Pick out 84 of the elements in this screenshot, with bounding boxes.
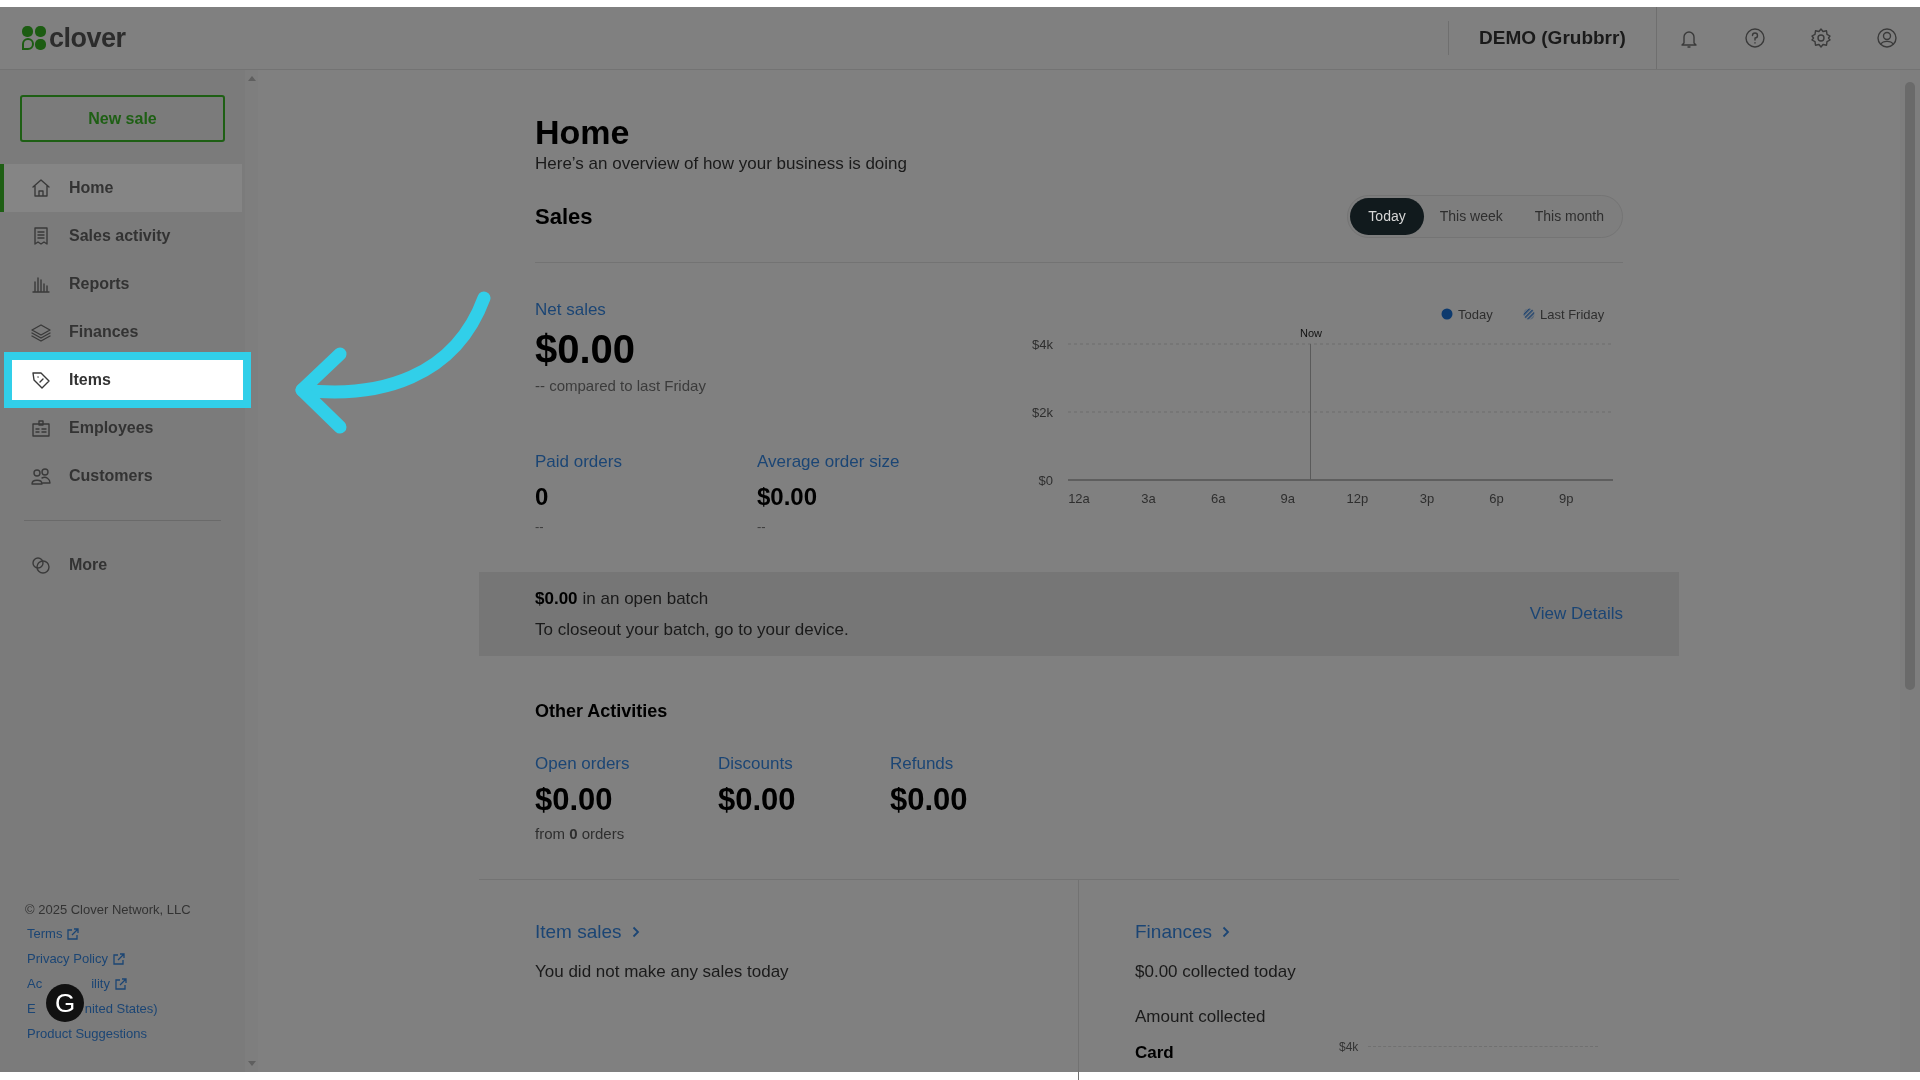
clover-logo-text: clover bbox=[49, 24, 126, 52]
footer-link[interactable]: Privacy Policy bbox=[27, 949, 108, 969]
legend-label: Today bbox=[1458, 306, 1493, 322]
view-details-link[interactable]: View Details bbox=[1529, 601, 1623, 627]
nav-item[interactable]: Customers bbox=[0, 456, 245, 496]
banknotes-icon bbox=[30, 321, 52, 343]
activity-value: $0.00 bbox=[890, 780, 969, 819]
clover-leaf-icon bbox=[22, 26, 46, 50]
x-tick-label: 9a bbox=[1280, 491, 1296, 506]
y-tick-label: $4k bbox=[1032, 337, 1053, 352]
external-link-icon[interactable] bbox=[114, 978, 127, 990]
scroll-down-icon[interactable] bbox=[247, 1061, 256, 1066]
x-tick-label: 3a bbox=[1141, 491, 1156, 506]
footer-link[interactable]: E bbox=[27, 999, 36, 1019]
item-sales-text: You did not make any sales today bbox=[535, 960, 790, 983]
legend-label: Last Friday bbox=[1540, 306, 1605, 322]
period-tab[interactable]: This month bbox=[1518, 197, 1620, 235]
activity-value: $0.00 bbox=[535, 780, 614, 819]
footer-link[interactable]: ility bbox=[91, 974, 110, 994]
collected-today-text: $0.00 collected today bbox=[1135, 960, 1297, 983]
nav-item[interactable]: Items bbox=[4, 352, 251, 408]
other-activities-heading: Other Activities bbox=[535, 700, 669, 723]
batch-instruction: To closeout your batch, go to your device. bbox=[535, 619, 849, 641]
activity-label[interactable]: Refunds bbox=[890, 751, 1062, 777]
period-tab[interactable]: Today bbox=[1350, 197, 1424, 235]
activity-label[interactable]: Discounts bbox=[718, 751, 890, 777]
batch-amount: $0.00 bbox=[535, 587, 578, 610]
footer-link[interactable]: Terms bbox=[27, 924, 63, 944]
x-tick-label: 9p bbox=[1558, 491, 1574, 506]
batch-text: in an open batch bbox=[582, 587, 709, 610]
account-icon[interactable] bbox=[1875, 27, 1898, 49]
tag-icon bbox=[30, 369, 52, 391]
comparison-text: -- compared to last Friday bbox=[535, 375, 707, 396]
card-label: Card bbox=[1135, 1042, 1175, 1064]
activity-label[interactable]: Open orders bbox=[535, 751, 718, 777]
nav-item[interactable]: Reports bbox=[0, 264, 245, 304]
nav-item[interactable]: Sales activity bbox=[0, 216, 245, 256]
new-sale-button[interactable]: New sale bbox=[20, 95, 225, 142]
stat-value: 0 bbox=[535, 481, 550, 512]
x-tick-label: 3p bbox=[1419, 491, 1435, 506]
stat-comparison: -- bbox=[535, 517, 545, 536]
chevron-right-icon[interactable] bbox=[1222, 926, 1231, 939]
finances-link[interactable]: Finances bbox=[1135, 918, 1213, 947]
stat-value: $0.00 bbox=[757, 481, 819, 512]
now-label: Now bbox=[1299, 326, 1323, 341]
x-tick-label: 6p bbox=[1489, 491, 1504, 506]
net-sales-label[interactable]: Net sales bbox=[535, 297, 1023, 323]
copyright-text: © 2025 Clover Network, LLC bbox=[24, 900, 192, 919]
external-link-icon[interactable] bbox=[67, 928, 80, 940]
merchant-name[interactable]: DEMO (Grubbrr) bbox=[1449, 23, 1656, 53]
page-subtitle: Here’s an overview of how your business is doing bbox=[535, 154, 908, 174]
house-icon bbox=[30, 177, 52, 199]
activity-note: from 0 orders bbox=[535, 823, 626, 844]
x-tick-label: 6a bbox=[1210, 491, 1226, 506]
y-tick-label: $0 bbox=[1038, 473, 1053, 488]
item-sales-link[interactable]: Item sales bbox=[535, 918, 622, 947]
amount-collected-label: Amount collected bbox=[1135, 1006, 1267, 1028]
stat-comparison: -- bbox=[757, 517, 767, 536]
external-link-icon[interactable] bbox=[112, 953, 125, 965]
net-sales-value: $0.00 bbox=[535, 325, 637, 373]
y-tick-label: $2k bbox=[1032, 405, 1053, 420]
id-badge-icon bbox=[30, 417, 52, 439]
footer-link[interactable]: nited States) bbox=[84, 999, 158, 1019]
chevron-right-icon[interactable] bbox=[631, 926, 640, 939]
scroll-up-icon[interactable] bbox=[247, 76, 256, 81]
nav-item[interactable]: Employees bbox=[0, 408, 245, 448]
axis-label: $4k bbox=[1339, 1038, 1359, 1056]
footer-link[interactable]: Ac bbox=[27, 974, 43, 994]
footer-link[interactable]: Product Suggestions bbox=[27, 1024, 147, 1044]
overlapping-circles-icon bbox=[30, 554, 52, 576]
x-tick-label: 12p bbox=[1346, 491, 1369, 506]
stat-label[interactable]: Average order size bbox=[757, 449, 900, 475]
nav-item[interactable]: Home bbox=[0, 164, 242, 212]
page-title: Home bbox=[535, 112, 631, 152]
activity-value: $0.00 bbox=[718, 780, 797, 819]
settings-icon[interactable] bbox=[1809, 27, 1832, 49]
x-tick-label: 12a bbox=[1068, 491, 1090, 506]
stat-label[interactable]: Paid orders bbox=[535, 449, 757, 475]
people-icon bbox=[30, 465, 52, 487]
period-tab[interactable]: This week bbox=[1423, 197, 1519, 235]
nav-item[interactable]: Finances bbox=[0, 312, 245, 352]
more-nav-item[interactable]: More bbox=[0, 541, 245, 589]
sales-heading: Sales bbox=[535, 202, 593, 231]
help-icon[interactable] bbox=[1743, 27, 1766, 49]
